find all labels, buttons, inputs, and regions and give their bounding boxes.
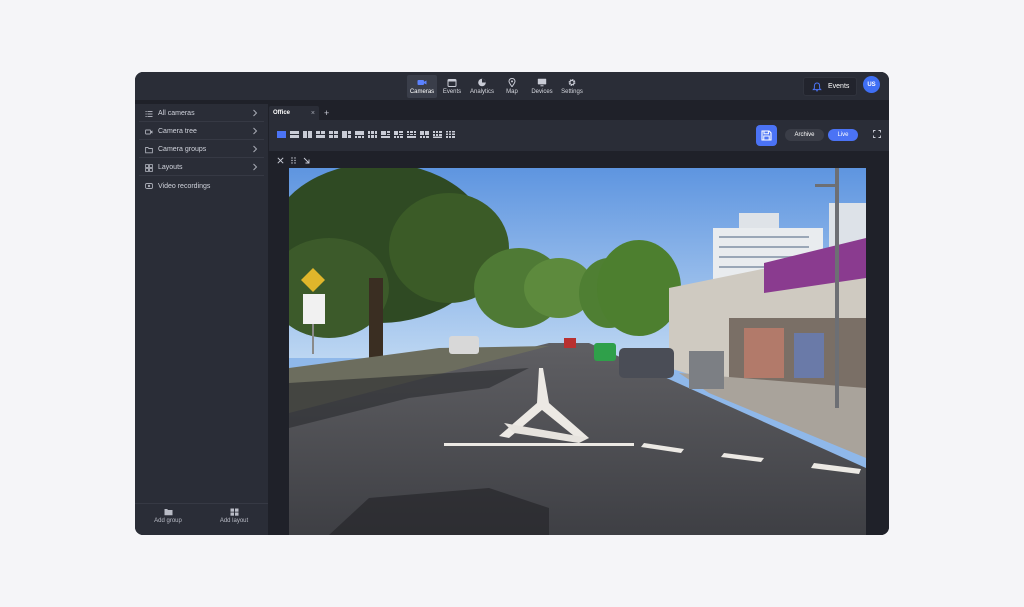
camera-feed-image [289,168,866,535]
add-group-label: Add group [154,518,182,524]
layout-option-11-icon[interactable] [407,131,416,138]
avatar[interactable]: US [863,76,880,93]
layout-option-13-icon[interactable] [433,131,442,138]
nav-settings-label: Settings [561,89,583,95]
tab-office[interactable]: Office × [269,106,319,120]
layout-option-7-icon[interactable] [355,131,364,138]
pie-chart-icon [477,78,487,87]
close-icon[interactable]: × [311,110,315,117]
sidebar-item-layouts[interactable]: Layouts [139,160,264,176]
archive-button[interactable]: Archive [785,129,824,141]
events-button-label: Events [828,83,850,90]
add-layout-label: Add layout [219,518,249,524]
sidebar-item-label: Layouts [158,164,183,171]
sidebar-item-label: Camera tree [158,128,197,135]
fullscreen-icon [873,130,881,138]
chevron-right-icon [253,109,258,117]
viewer-controls [277,157,316,164]
drag-handle-icon[interactable] [290,157,297,164]
layout-option-9-icon[interactable] [381,131,390,138]
folder-icon [145,146,153,154]
nav-map-label: Map [506,89,518,95]
gear-icon [567,78,577,87]
chevron-right-icon [253,145,258,153]
layout-option-5-icon[interactable] [329,131,338,138]
events-button[interactable]: Events [803,77,857,96]
video-recording-icon [145,182,153,190]
nav-settings[interactable]: Settings [557,75,587,98]
monitor-icon [537,78,547,87]
folder-add-icon [164,509,172,516]
top-bar: Cameras Events Analytics Map Devices Set… [135,72,889,100]
chevron-right-icon [253,127,258,135]
list-icon [145,110,153,118]
sidebar-footer: Add group Add layout [135,503,268,535]
calendar-icon [447,78,457,87]
add-group-button[interactable]: Add group [135,504,201,535]
layout-selector [277,131,459,138]
nav-devices-label: Devices [531,89,553,95]
nav-map[interactable]: Map [497,75,527,98]
layout-option-6-icon[interactable] [342,131,351,138]
sidebar-item-label: All cameras [158,110,195,117]
nav-events[interactable]: Events [437,75,467,98]
main-nav: Cameras Events Analytics Map Devices Set… [407,75,587,98]
view-toolbar: Archive Live [269,120,889,151]
save-button[interactable] [756,125,777,146]
sidebar: All cameras Camera tree Camera groups La… [135,104,268,535]
grid-add-icon [230,508,238,516]
sidebar-item-camera-groups[interactable]: Camera groups [139,142,264,158]
add-tab-icon[interactable]: + [324,108,329,118]
layout-tabs: Office × + [269,106,329,120]
grid-icon [145,163,153,172]
bell-icon [812,81,822,91]
sidebar-item-label: Video recordings [158,182,211,190]
layout-option-12-icon[interactable] [420,131,429,138]
layout-option-10-icon[interactable] [394,131,403,138]
app-window: Cameras Events Analytics Map Devices Set… [135,72,889,535]
camera-tree-icon [145,128,153,136]
close-icon[interactable] [277,157,284,164]
layout-option-1-icon[interactable] [277,131,286,138]
layout-option-2-icon[interactable] [290,131,299,138]
sidebar-item-label: Camera groups [158,146,207,153]
video-viewer [269,151,889,535]
layout-option-8-icon[interactable] [368,131,377,138]
nav-devices[interactable]: Devices [527,75,557,98]
nav-cameras[interactable]: Cameras [407,75,437,98]
fullscreen-button[interactable] [871,128,883,140]
nav-cameras-label: Cameras [409,89,435,95]
nav-events-label: Events [442,89,462,95]
live-button[interactable]: Live [828,129,858,141]
sidebar-item-video-recordings[interactable]: Video recordings [139,178,264,194]
nav-analytics[interactable]: Analytics [467,75,497,98]
layout-option-3-icon[interactable] [303,131,312,138]
save-icon [761,130,772,141]
camera-feed[interactable] [289,168,866,535]
add-layout-button[interactable]: Add layout [201,504,267,535]
tab-label: Office [273,110,291,116]
map-pin-icon [507,78,517,87]
camera-icon [417,78,427,87]
chevron-right-icon [253,163,258,171]
layout-option-14-icon[interactable] [446,131,455,138]
sidebar-item-camera-tree[interactable]: Camera tree [139,124,264,140]
nav-analytics-label: Analytics [469,89,494,95]
layout-option-4-icon[interactable] [316,131,325,138]
resize-icon[interactable] [303,157,310,164]
sidebar-item-all-cameras[interactable]: All cameras [139,106,264,122]
